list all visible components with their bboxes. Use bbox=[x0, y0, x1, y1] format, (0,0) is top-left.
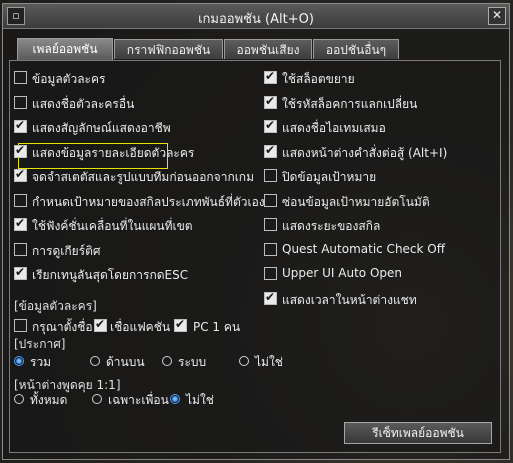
tab-graphic-option[interactable]: กราฟฟิกออพชัน bbox=[114, 39, 223, 59]
right-checkbox-2[interactable] bbox=[264, 118, 277, 133]
left-label-8: เรียกเทนูลันสุดโดยการกดESC bbox=[32, 268, 189, 282]
radio-announce-top[interactable] bbox=[90, 356, 100, 366]
left-label-1: แสดงชื่อตัวละครอื่น bbox=[32, 96, 135, 111]
checkbox-set-name[interactable] bbox=[14, 319, 27, 332]
label-chat-none: ไม่ใช่ bbox=[186, 393, 214, 407]
reset-play-option-button[interactable]: รีเซ็ทเพลย์ออพชัน bbox=[344, 422, 492, 444]
left-label-6: ใช้ฟังค์ชั่นเคลื่อนที่ในแผนที่เขต bbox=[32, 219, 193, 233]
right-label-0: ใช้สล็อตขยาย bbox=[282, 72, 355, 86]
label-pc-one: PC 1 คน bbox=[193, 320, 241, 334]
left-checkbox-3[interactable] bbox=[14, 143, 27, 158]
title-bar[interactable]: ▫ เกมออพชัน (Alt+O) ✕ bbox=[3, 4, 509, 29]
right-label-7: Quest Automatic Check Off bbox=[282, 241, 446, 256]
left-checkbox-7[interactable] bbox=[14, 242, 27, 256]
game-option-window: ▫ เกมออพชัน (Alt+O) ✕ เพลย์ออพชัน กราฟฟิ… bbox=[2, 3, 510, 460]
right-label-3: แสดงหน้าต่างคำสั่งต่อสู้ (Alt+I) bbox=[282, 145, 448, 160]
radio-announce-all[interactable] bbox=[14, 356, 24, 366]
right-checkbox-1[interactable] bbox=[264, 94, 277, 109]
label-announce-top: ด้านบน bbox=[106, 355, 145, 369]
radio-announce-system[interactable] bbox=[162, 356, 172, 366]
label-announce-system: ระบบ bbox=[178, 355, 207, 369]
label-announce-none: ไม่ใช่ bbox=[255, 355, 283, 369]
right-label-6: แสดงระยะของสกิล bbox=[282, 219, 381, 233]
right-checkbox-8[interactable] bbox=[264, 267, 277, 280]
left-label-5: กำหนดเป้าหมายของสกิลประเภทพันธ์ที่ตัวเอง bbox=[32, 194, 265, 209]
tab-sound-option[interactable]: ออพชันเสียง bbox=[224, 39, 312, 59]
right-checkbox-6[interactable] bbox=[264, 218, 277, 231]
right-checkbox-4[interactable] bbox=[264, 169, 277, 182]
close-icon[interactable]: ✕ bbox=[488, 7, 506, 25]
right-checkbox-0[interactable] bbox=[264, 69, 277, 84]
radio-chat-none[interactable] bbox=[170, 394, 180, 404]
right-checkbox-3[interactable] bbox=[264, 143, 277, 158]
checkbox-faction[interactable] bbox=[94, 317, 107, 332]
left-label-7: การดูเกียร์ติศ bbox=[32, 243, 101, 258]
left-checkbox-2[interactable] bbox=[14, 118, 27, 133]
radio-chat-all[interactable] bbox=[14, 394, 24, 404]
right-checkbox-9[interactable] bbox=[264, 290, 277, 305]
left-checkbox-8[interactable] bbox=[14, 265, 27, 280]
label-announce-all: รวม bbox=[30, 355, 52, 369]
right-checkbox-7[interactable] bbox=[264, 242, 277, 256]
announce-section-title: [ประกาศ] bbox=[14, 337, 66, 351]
character-section-title: [ข้อมูลตัวละคร] bbox=[14, 299, 97, 313]
left-checkbox-4[interactable] bbox=[14, 167, 27, 182]
label-chat-all: ทั้งหมด bbox=[30, 393, 68, 407]
right-label-8: Upper UI Auto Open bbox=[282, 266, 403, 280]
left-checkbox-5[interactable] bbox=[14, 193, 27, 207]
tab-play-option[interactable]: เพลย์ออพชัน bbox=[17, 38, 113, 60]
checkbox-pc-one[interactable] bbox=[174, 317, 187, 332]
right-label-4: ปิดข้อมูลเป้าหมาย bbox=[282, 170, 377, 184]
right-label-1: ใช้รหัสล็อคการแลกเปลี่ยน bbox=[282, 96, 418, 111]
left-checkbox-1[interactable] bbox=[14, 95, 27, 109]
tab-other-option[interactable]: ออปชันอื่นๆ bbox=[313, 39, 399, 59]
right-checkbox-5[interactable] bbox=[264, 193, 277, 207]
radio-chat-friends[interactable] bbox=[92, 394, 102, 404]
left-label-2: แสดงสัญลักษณ์แสดงอาชีพ bbox=[32, 121, 171, 135]
left-checkbox-6[interactable] bbox=[14, 216, 27, 231]
left-label-4: จดจำสเตตัสและรูปแบบทีมก่อนออกจากเกม bbox=[32, 170, 254, 184]
options-panel: ข้อมูลตัวละครแสดงชื่อตัวละครอื่นแสดงสัญล… bbox=[9, 60, 501, 453]
radio-announce-none[interactable] bbox=[239, 356, 249, 366]
left-checkbox-0[interactable] bbox=[14, 71, 27, 84]
left-label-3: แสดงข้อมูลรายละเอียดตัวละคร bbox=[32, 145, 195, 160]
window-title: เกมออพชัน (Alt+O) bbox=[198, 12, 314, 27]
label-faction: เชื่อแฟคชัน bbox=[110, 320, 171, 334]
right-label-5: ซ่อนข้อมูลเป้าหมายอัตโนมัติ bbox=[282, 194, 430, 209]
right-label-9: แสดงเวลาในหน้าต่างแชท bbox=[282, 292, 417, 307]
left-label-0: ข้อมูลตัวละคร bbox=[32, 72, 106, 86]
label-chat-friends: เฉพาะเพื่อน bbox=[108, 393, 169, 407]
right-label-2: แสดงชื่อไอเทมเสมอ bbox=[282, 121, 386, 135]
